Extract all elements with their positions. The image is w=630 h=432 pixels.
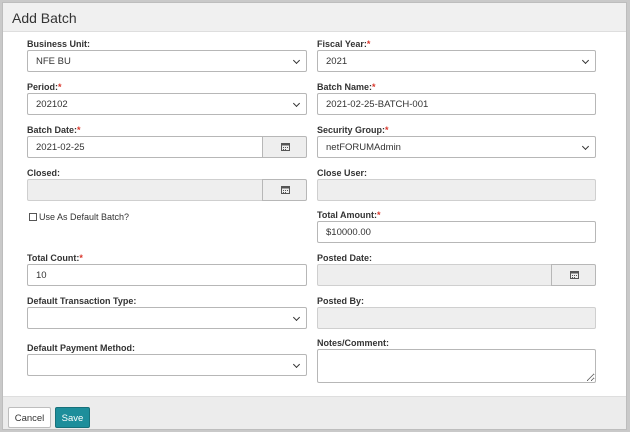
use-default-batch-row[interactable]: Use As Default Batch? — [29, 212, 129, 222]
calendar-icon — [281, 186, 290, 194]
fiscal-year-label: Fiscal Year:* — [317, 39, 371, 49]
posted-date-input — [317, 264, 552, 286]
close-user-input — [317, 179, 596, 201]
default-payment-method-label: Default Payment Method: — [27, 343, 136, 353]
notes-comment-textarea[interactable] — [317, 349, 596, 383]
notes-comment-label: Notes/Comment: — [317, 338, 390, 348]
closed-calendar-button — [262, 179, 307, 201]
dialog-footer: Cancel Save — [3, 396, 626, 429]
close-user-label: Close User: — [317, 168, 368, 178]
closed-label: Closed: — [27, 168, 61, 178]
use-default-batch-checkbox[interactable] — [29, 213, 37, 221]
fiscal-year-select[interactable]: 2021 — [317, 50, 596, 72]
total-count-input[interactable]: 10 — [27, 264, 307, 286]
batch-name-label: Batch Name:* — [317, 82, 376, 92]
total-amount-input[interactable]: $10000.00 — [317, 221, 596, 243]
business-unit-select[interactable]: NFE BU — [27, 50, 307, 72]
save-button[interactable]: Save — [55, 407, 90, 428]
batch-name-input[interactable]: 2021-02-25-BATCH-001 — [317, 93, 596, 115]
default-transaction-type-select[interactable] — [27, 307, 307, 329]
period-select[interactable]: 202102 — [27, 93, 307, 115]
posted-by-input — [317, 307, 596, 329]
total-count-label: Total Count:* — [27, 253, 83, 263]
batch-date-input[interactable]: 2021-02-25 — [27, 136, 263, 158]
period-label: Period:* — [27, 82, 62, 92]
total-amount-label: Total Amount:* — [317, 210, 381, 220]
posted-by-label: Posted By: — [317, 296, 365, 306]
default-payment-method-select[interactable] — [27, 354, 307, 376]
posted-date-label: Posted Date: — [317, 253, 373, 263]
posted-date-calendar-button — [551, 264, 596, 286]
dialog-header: Add Batch — [3, 3, 626, 32]
calendar-icon — [570, 271, 579, 279]
batch-date-calendar-button[interactable] — [262, 136, 307, 158]
dialog-body: Business Unit: NFE BU Fiscal Year:* 2021… — [3, 32, 626, 394]
dialog-title: Add Batch — [12, 10, 77, 26]
closed-date-input — [27, 179, 263, 201]
security-group-label: Security Group:* — [317, 125, 389, 135]
calendar-icon — [281, 143, 290, 151]
add-batch-dialog: Add Batch Business Unit: NFE BU Fiscal Y… — [2, 2, 627, 430]
default-transaction-type-label: Default Transaction Type: — [27, 296, 137, 306]
batch-date-label: Batch Date:* — [27, 125, 81, 135]
use-default-batch-label: Use As Default Batch? — [39, 212, 130, 222]
business-unit-label: Business Unit: — [27, 39, 91, 49]
security-group-select[interactable]: netFORUMAdmin — [317, 136, 596, 158]
cancel-button[interactable]: Cancel — [8, 407, 51, 428]
